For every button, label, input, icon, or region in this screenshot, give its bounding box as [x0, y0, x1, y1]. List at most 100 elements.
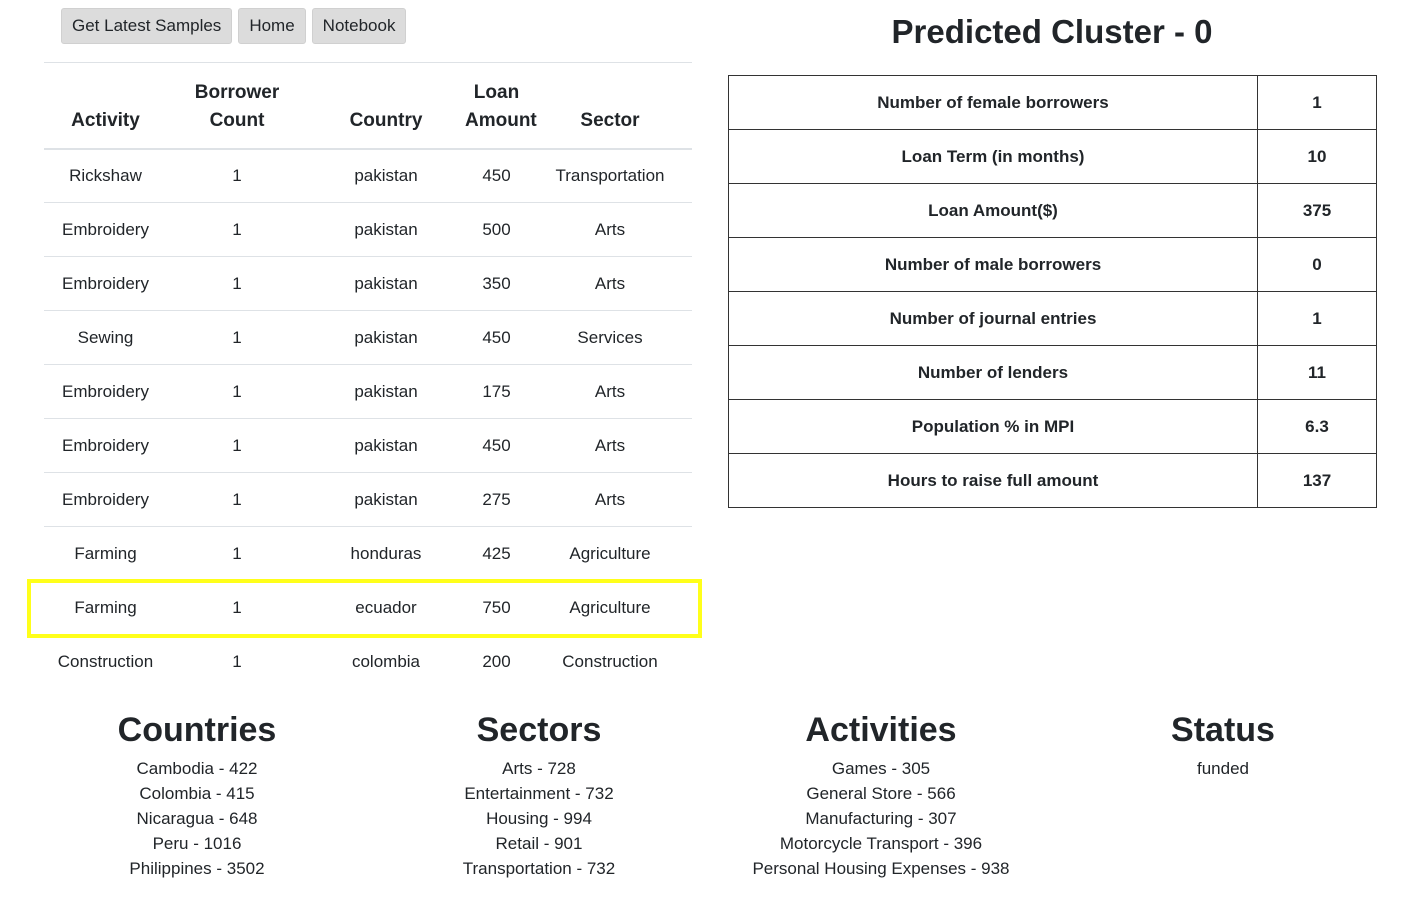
- table-row: Sewing 1 pakistan 450 Services: [44, 310, 692, 365]
- cluster-row: Number of journal entries 1: [728, 291, 1377, 346]
- cell-activity: Embroidery: [44, 364, 167, 419]
- samples-table-container: Activity Borrower Count Country Loan Amo…: [44, 62, 692, 689]
- home-button[interactable]: Home: [238, 8, 306, 44]
- cluster-label: Number of lenders: [728, 345, 1258, 400]
- list-item: Manufacturing - 307: [805, 809, 957, 828]
- sectors-heading: Sectors: [476, 711, 602, 749]
- table-row: Embroidery 1 pakistan 450 Arts: [44, 418, 692, 473]
- list-item: Peru - 1016: [152, 834, 242, 853]
- cell-activity: Rickshaw: [44, 148, 167, 203]
- table-row-highlighted: Farming 1 ecuador 750 Agriculture: [44, 580, 692, 635]
- table-row: Rickshaw 1 pakistan 450 Transportation: [44, 148, 692, 203]
- list-item: Arts - 728: [502, 759, 576, 778]
- cell-sector: Arts: [528, 472, 692, 527]
- cell-loan-amount: 275: [465, 472, 528, 527]
- cell-sector: Transportation: [528, 148, 692, 203]
- cell-loan-amount: 350: [465, 256, 528, 311]
- cluster-label: Number of male borrowers: [728, 237, 1258, 292]
- list-item: funded: [1197, 759, 1249, 778]
- list-item: Games - 305: [831, 759, 931, 778]
- cell-activity: Embroidery: [44, 202, 167, 257]
- cell-loan-amount: 450: [465, 148, 528, 203]
- header-loan-amount: Loan Amount: [465, 62, 537, 150]
- list-item: Nicaragua - 648: [136, 809, 258, 828]
- cell-sector: Arts: [528, 364, 692, 419]
- cell-borrower-count: 1: [167, 364, 307, 419]
- cell-sector: Services: [528, 310, 692, 365]
- cell-country: pakistan: [307, 364, 465, 419]
- header-activity: Activity: [44, 62, 167, 150]
- cluster-value: 137: [1257, 453, 1377, 508]
- cell-loan-amount: 175: [465, 364, 528, 419]
- table-row: Embroidery 1 pakistan 175 Arts: [44, 364, 692, 419]
- cluster-table: Number of female borrowers 1 Loan Term (…: [728, 75, 1377, 508]
- cell-sector: Agriculture: [528, 526, 692, 581]
- header-country: Country: [307, 62, 465, 150]
- predicted-cluster-title: Predicted Cluster - 0: [891, 13, 1213, 50]
- cluster-row: Number of lenders 11: [728, 345, 1377, 400]
- cluster-value: 11: [1257, 345, 1377, 400]
- activities-heading: Activities: [805, 711, 957, 749]
- cluster-row: Loan Term (in months) 10: [728, 129, 1377, 184]
- list-item: General Store - 566: [806, 784, 956, 803]
- cell-country: pakistan: [307, 418, 465, 473]
- cell-country: pakistan: [307, 148, 465, 203]
- cluster-label: Loan Term (in months): [728, 129, 1258, 184]
- cluster-row: Number of male borrowers 0: [728, 237, 1377, 292]
- countries-summary: Countries Cambodia - 422 Colombia - 415 …: [47, 708, 347, 881]
- cell-sector: Agriculture: [528, 580, 692, 635]
- notebook-button[interactable]: Notebook: [311, 8, 407, 44]
- countries-heading: Countries: [117, 711, 277, 749]
- cell-loan-amount: 425: [465, 526, 528, 581]
- list-item: Personal Housing Expenses - 938: [752, 859, 1010, 878]
- status-heading: Status: [1171, 711, 1275, 749]
- cell-country: colombia: [351, 651, 421, 671]
- cluster-label: Hours to raise full amount: [728, 453, 1258, 508]
- cell-country: pakistan: [307, 256, 465, 311]
- cell-sector: Construction: [562, 651, 658, 671]
- cluster-label: Loan Amount($): [728, 183, 1258, 238]
- cluster-row: Number of female borrowers 1: [728, 75, 1377, 130]
- cluster-value: 1: [1257, 291, 1377, 346]
- cell-borrower-count: 1: [167, 580, 307, 635]
- cell-borrower-count: 1: [167, 472, 307, 527]
- cell-activity: Farming: [44, 580, 167, 635]
- cluster-row: Population % in MPI 6.3: [728, 399, 1377, 454]
- cell-country: ecuador: [307, 580, 465, 635]
- cell-activity: Embroidery: [44, 256, 167, 311]
- list-item: Housing - 994: [486, 809, 592, 828]
- cluster-label: Number of female borrowers: [728, 75, 1258, 130]
- cell-sector: Arts: [528, 256, 692, 311]
- cell-country: pakistan: [307, 472, 465, 527]
- cluster-row: Loan Amount($) 375: [728, 183, 1377, 238]
- cell-loan-amount: 200: [482, 651, 511, 671]
- cell-country: pakistan: [307, 202, 465, 257]
- samples-table: Activity Borrower Count Country Loan Amo…: [44, 62, 692, 689]
- get-latest-samples-button[interactable]: Get Latest Samples: [61, 8, 233, 44]
- cell-loan-amount: 450: [465, 310, 528, 365]
- table-row: Farming 1 honduras 425 Agriculture: [44, 526, 692, 581]
- cell-country: honduras: [307, 526, 465, 581]
- cell-activity: Construction: [57, 651, 154, 671]
- list-item: Colombia - 415: [139, 784, 255, 803]
- activities-summary: Activities Games - 305 General Store - 5…: [731, 708, 1031, 881]
- status-summary: Status funded: [1073, 708, 1373, 781]
- cell-borrower-count: 1: [167, 418, 307, 473]
- list-item: Entertainment - 732: [464, 784, 614, 803]
- cell-sector: Arts: [528, 202, 692, 257]
- list-item: Cambodia - 422: [136, 759, 258, 778]
- cluster-label: Population % in MPI: [728, 399, 1258, 454]
- cell-loan-amount: 750: [465, 580, 528, 635]
- cluster-table-container: Number of female borrowers 1 Loan Term (…: [728, 75, 1377, 508]
- cell-borrower-count: 1: [167, 148, 307, 203]
- cell-country: pakistan: [307, 310, 465, 365]
- cell-borrower-count: 1: [167, 310, 307, 365]
- cluster-row: Hours to raise full amount 137: [728, 453, 1377, 508]
- cell-activity: Embroidery: [44, 472, 167, 527]
- cell-activity: Embroidery: [44, 418, 167, 473]
- toolbar: Get Latest Samples Home Notebook: [61, 8, 407, 44]
- table-row: Construction 1 colombia 200 Construction: [44, 635, 692, 689]
- sectors-summary: Sectors Arts - 728 Entertainment - 732 H…: [389, 708, 689, 881]
- list-item: Retail - 901: [495, 834, 583, 853]
- sectors-list: Arts - 728 Entertainment - 732 Housing -…: [389, 756, 689, 881]
